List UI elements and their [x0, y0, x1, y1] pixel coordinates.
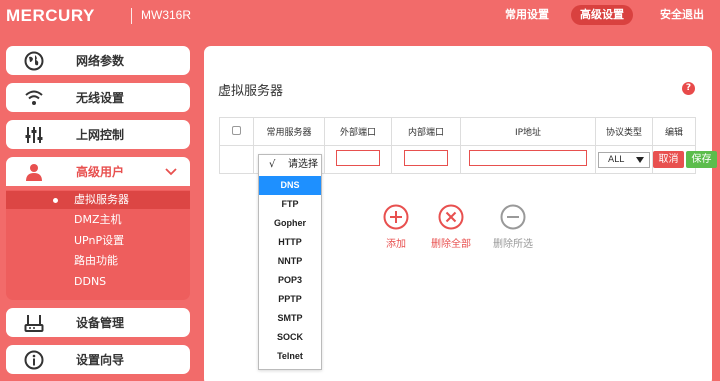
sidebar-submenu: 虚拟服务器 DMZ主机 UPnP设置 路由功能 DDNS: [6, 190, 190, 300]
service-select-value: 请选择: [288, 159, 318, 170]
router-icon: [23, 312, 45, 334]
row-check-cell: [219, 145, 254, 174]
edit-cell: 取消 保存: [652, 145, 717, 174]
model-name: MW316R: [141, 8, 192, 22]
sidebar-item-label: 设备管理: [76, 316, 125, 330]
external-port-input[interactable]: [336, 150, 380, 166]
col-header-ip-address: IP地址: [460, 117, 596, 146]
delete-all-icon: [438, 204, 464, 230]
sidebar-subitem-virtual-server[interactable]: 虚拟服务器: [6, 191, 190, 209]
save-button[interactable]: 保存: [686, 151, 717, 168]
ip-address-input[interactable]: [469, 150, 587, 166]
select-all-cell: [219, 117, 254, 146]
sidebar-item-device-management[interactable]: 设备管理: [6, 308, 190, 337]
protocol-value: ALL: [608, 154, 625, 165]
service-dropdown[interactable]: √ 请选择 DNS FTP Gopher HTTP NNTP POP3 PPTP…: [258, 154, 322, 370]
sidebar-item-label: 设置向导: [76, 353, 125, 367]
dropdown-option[interactable]: PPTP: [259, 290, 321, 309]
protocol-cell: ALL: [595, 145, 653, 174]
sidebar-subitem-upnp[interactable]: UPnP设置: [6, 232, 190, 250]
check-mark-icon: √: [269, 159, 276, 170]
sidebar-subitem-ddns[interactable]: DDNS: [6, 273, 190, 291]
sidebar-subitem-label: UPnP设置: [74, 234, 125, 247]
delete-selected-button[interactable]: 删除所选: [483, 204, 543, 250]
delete-all-label: 删除全部: [431, 239, 471, 250]
dropdown-option[interactable]: HTTP: [259, 233, 321, 252]
sidebar-subitem-label: DMZ主机: [74, 213, 122, 226]
sidebar-item-label: 高级用户: [76, 165, 125, 179]
minus-icon: [500, 204, 526, 230]
sidebar-subitem-label: 路由功能: [74, 254, 118, 267]
delete-selected-label: 删除所选: [493, 239, 533, 250]
sidebar-item-setup-wizard[interactable]: 设置向导: [6, 345, 190, 374]
sidebar-item-advanced-user[interactable]: 高级用户: [6, 157, 190, 186]
globe-icon: [23, 50, 45, 72]
sidebar-subitem-label: 虚拟服务器: [74, 193, 129, 206]
external-port-cell: [324, 145, 392, 174]
dropdown-option[interactable]: DNS: [259, 176, 321, 195]
sidebar-subitem-label: DDNS: [74, 275, 107, 288]
internal-port-input[interactable]: [404, 150, 448, 166]
sidebar-item-label: 上网控制: [76, 128, 125, 142]
table-header-row: 常用服务器 外部端口 内部端口 IP地址 协议类型 编辑: [219, 117, 696, 146]
nav-advanced-settings[interactable]: 高级设置: [571, 5, 633, 25]
user-icon: [23, 161, 45, 183]
ip-address-cell: [460, 145, 596, 174]
logo-divider: [131, 8, 132, 24]
active-dot-icon: [53, 198, 58, 203]
nav-logout[interactable]: 安全退出: [655, 5, 709, 25]
add-button[interactable]: 添加: [366, 204, 426, 250]
col-header-external-port: 外部端口: [324, 117, 392, 146]
col-header-protocol: 协议类型: [595, 117, 653, 146]
sliders-icon: [23, 124, 45, 146]
wifi-icon: [23, 87, 45, 109]
sidebar-item-wireless[interactable]: 无线设置: [6, 83, 190, 112]
service-select-current[interactable]: √ 请选择: [259, 155, 321, 175]
dropdown-option[interactable]: NNTP: [259, 252, 321, 271]
sidebar-item-access-control[interactable]: 上网控制: [6, 120, 190, 149]
info-icon: [23, 349, 45, 371]
sidebar-subitem-dmz[interactable]: DMZ主机: [6, 211, 190, 229]
dropdown-option[interactable]: Gopher: [259, 214, 321, 233]
add-icon: [383, 204, 409, 230]
nav-common-settings[interactable]: 常用设置: [500, 5, 554, 25]
col-header-internal-port: 内部端口: [391, 117, 461, 146]
sidebar-item-label: 无线设置: [76, 91, 125, 105]
col-header-service: 常用服务器: [253, 117, 325, 146]
dropdown-option[interactable]: FTP: [259, 195, 321, 214]
dropdown-arrow-icon: [636, 156, 644, 163]
protocol-select[interactable]: ALL: [598, 151, 650, 168]
dropdown-option[interactable]: SOCK: [259, 328, 321, 347]
add-label: 添加: [386, 239, 406, 250]
dropdown-option[interactable]: POP3: [259, 271, 321, 290]
col-header-edit: 编辑: [652, 117, 696, 146]
delete-all-button[interactable]: 删除全部: [421, 204, 481, 250]
sidebar-item-label: 网络参数: [76, 54, 125, 68]
page-title: 虚拟服务器: [218, 84, 284, 99]
sidebar-subitem-routing[interactable]: 路由功能: [6, 252, 190, 270]
cancel-button[interactable]: 取消: [653, 151, 684, 168]
chevron-down-icon: [164, 165, 178, 179]
select-all-checkbox[interactable]: [232, 125, 241, 135]
help-icon[interactable]: ?: [682, 82, 695, 95]
dropdown-option[interactable]: Telnet: [259, 347, 321, 366]
sidebar-item-network[interactable]: 网络参数: [6, 46, 190, 75]
internal-port-cell: [391, 145, 461, 174]
dropdown-option[interactable]: SMTP: [259, 309, 321, 328]
brand-logo: MERCURY: [6, 6, 95, 25]
